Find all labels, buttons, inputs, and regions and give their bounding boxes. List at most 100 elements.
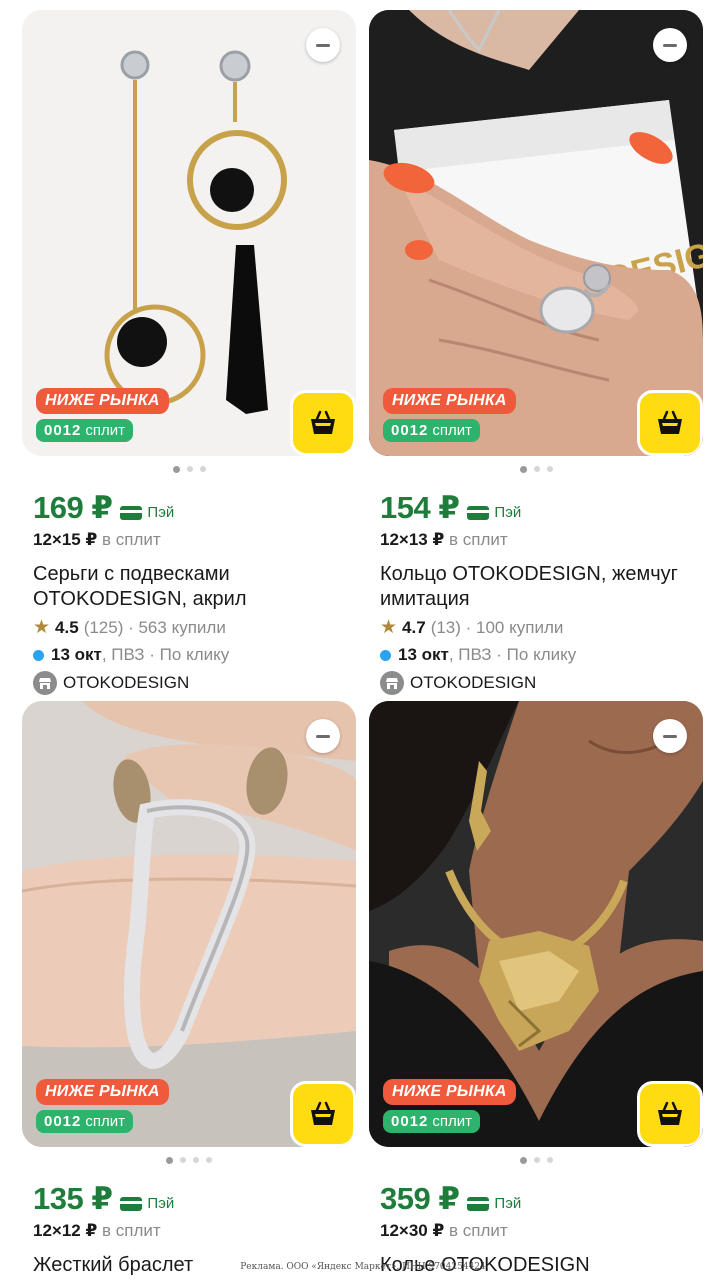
product-title[interactable]: Кольцо OTOKODESIGN, жемчуг имитация: [380, 562, 700, 612]
slide-dot[interactable]: [546, 1157, 553, 1163]
split-badge-label: сплит: [85, 1113, 125, 1130]
slide-dot[interactable]: [519, 1157, 527, 1164]
add-to-cart-button[interactable]: [637, 1081, 703, 1147]
split-badge: 0012 сплит: [383, 1110, 480, 1133]
pay-price: Пэй: [120, 504, 174, 521]
split-row: 12×13 ₽ в сплит: [380, 530, 703, 550]
shopping-basket-icon: [311, 1101, 335, 1125]
slide-dot[interactable]: [533, 466, 540, 472]
price: 154 ₽: [380, 490, 460, 525]
pay-price: Пэй: [120, 1195, 174, 1212]
pay-price: Пэй: [467, 504, 521, 521]
remove-button[interactable]: [653, 28, 687, 62]
minus-icon: [663, 734, 677, 738]
below-market-badge: НИЖЕ РЫНКА: [383, 388, 516, 414]
delivery-row: 13 окт, ПВЗ · По клику: [380, 645, 703, 665]
delivery-dot-icon: [33, 649, 44, 661]
slide-dot[interactable]: [533, 1157, 540, 1163]
ad-disclaimer: Реклама. ООО «Яндекс Маркет». ИНН 970425…: [240, 1262, 486, 1272]
below-market-badge: НИЖЕ РЫНКА: [36, 1079, 169, 1105]
minus-icon: [316, 43, 330, 47]
delivery-row: 13 окт, ПВЗ · По клику: [33, 645, 356, 665]
rating-value: 4.5: [55, 617, 79, 637]
remove-button[interactable]: [306, 719, 340, 753]
card-icon: [467, 1196, 490, 1211]
card-icon: [120, 505, 143, 520]
slide-dot[interactable]: [199, 466, 206, 472]
split-row: 12×15 ₽ в сплит: [33, 530, 356, 550]
below-market-badge: НИЖЕ РЫНКА: [36, 388, 169, 414]
add-to-cart-button[interactable]: [290, 390, 356, 456]
split-row: 12×12 ₽ в сплит: [33, 1221, 356, 1241]
price: 169 ₽: [33, 490, 113, 525]
split-row: 12×30 ₽ в сплит: [380, 1221, 703, 1241]
slide-dot[interactable]: [519, 466, 527, 473]
slide-dot[interactable]: [172, 466, 180, 473]
split-badge-label: сплит: [432, 1113, 472, 1130]
minus-icon: [663, 43, 677, 47]
price-row: 135 ₽ Пэй: [33, 1181, 356, 1217]
shop-icon: [33, 671, 57, 695]
product-card[interactable]: OTOKODESIGN НИЖЕ РЫНКА 0012 сплит: [369, 10, 703, 695]
price: 359 ₽: [380, 1181, 460, 1216]
below-market-badge: НИЖЕ РЫНКА: [383, 1079, 516, 1105]
shopping-basket-icon: [658, 1101, 682, 1125]
remove-button[interactable]: [306, 28, 340, 62]
add-to-cart-button[interactable]: [290, 1081, 356, 1147]
product-photo[interactable]: НИЖЕ РЫНКА 0012 сплит: [22, 10, 356, 456]
rating-row: ★ 4.5 (125) · 563 купили: [33, 616, 356, 639]
pay-label: Пэй: [494, 1195, 522, 1212]
split-amount: 12×13 ₽: [380, 530, 445, 549]
product-card[interactable]: НИЖЕ РЫНКА 0012 сплит 169 ₽ Пэй 12×15 ₽ …: [22, 10, 356, 695]
slide-dot[interactable]: [193, 1157, 199, 1163]
split-badge: 0012 сплит: [36, 419, 133, 442]
product-card[interactable]: НИЖЕ РЫНКА 0012 сплит 359 ₽ Пэй 12×30 ₽ …: [369, 701, 703, 1278]
delivery-meta: , ПВЗ · По клику: [448, 645, 577, 664]
remove-button[interactable]: [653, 719, 687, 753]
seller-row[interactable]: OTOKODESIGN: [33, 671, 356, 695]
rating-value: 4.7: [402, 617, 426, 637]
star-icon: ★: [380, 617, 398, 638]
slide-dot[interactable]: [166, 1157, 173, 1164]
split-amount: 12×30 ₽: [380, 1221, 445, 1240]
split-badge-number: 0012: [391, 1113, 429, 1130]
price-row: 154 ₽ Пэй: [380, 490, 703, 526]
slide-dot[interactable]: [180, 1157, 186, 1163]
star-icon: ★: [33, 617, 51, 638]
price-row: 169 ₽ Пэй: [33, 490, 356, 526]
product-title[interactable]: Серьги с подвесками OTOKODESIGN, акрил: [33, 562, 353, 612]
split-badge-label: сплит: [432, 422, 472, 439]
product-photo[interactable]: OTOKODESIGN НИЖЕ РЫНКА 0012 сплит: [369, 10, 703, 456]
seller-name: OTOKODESIGN: [63, 673, 190, 692]
split-suffix: в сплит: [449, 1221, 508, 1240]
slide-dot[interactable]: [186, 466, 193, 472]
pay-label: Пэй: [147, 1195, 175, 1212]
add-to-cart-button[interactable]: [637, 390, 703, 456]
delivery-dot-icon: [380, 649, 391, 661]
product-photo[interactable]: НИЖЕ РЫНКА 0012 сплит: [22, 701, 356, 1147]
split-amount: 12×12 ₽: [33, 1221, 98, 1240]
seller-name: OTOKODESIGN: [410, 673, 537, 692]
slide-dot[interactable]: [546, 466, 553, 472]
card-icon: [120, 1196, 143, 1211]
delivery-date: 13 окт: [398, 645, 449, 664]
split-amount: 12×15 ₽: [33, 530, 98, 549]
price: 135 ₽: [33, 1181, 113, 1216]
delivery-date: 13 окт: [51, 645, 102, 664]
slide-dot[interactable]: [206, 1157, 212, 1163]
shop-icon: [380, 671, 404, 695]
split-suffix: в сплит: [102, 1221, 161, 1240]
rating-row: ★ 4.7 (13) · 100 купили: [380, 616, 703, 639]
product-card[interactable]: НИЖЕ РЫНКА 0012 сплит 135 ₽ Пэй 12×12 ₽ …: [22, 701, 356, 1278]
split-badge-number: 0012: [44, 1113, 82, 1130]
product-photo[interactable]: НИЖЕ РЫНКА 0012 сплит: [369, 701, 703, 1147]
split-suffix: в сплит: [449, 530, 508, 549]
split-badge-label: сплит: [85, 422, 125, 439]
shopping-basket-icon: [311, 410, 335, 434]
split-badge: 0012 сплит: [36, 1110, 133, 1133]
pay-label: Пэй: [494, 504, 522, 521]
slide-dots: [369, 466, 703, 476]
shopping-basket-icon: [658, 410, 682, 434]
seller-row[interactable]: OTOKODESIGN: [380, 671, 703, 695]
delivery-meta: , ПВЗ · По клику: [101, 645, 230, 664]
